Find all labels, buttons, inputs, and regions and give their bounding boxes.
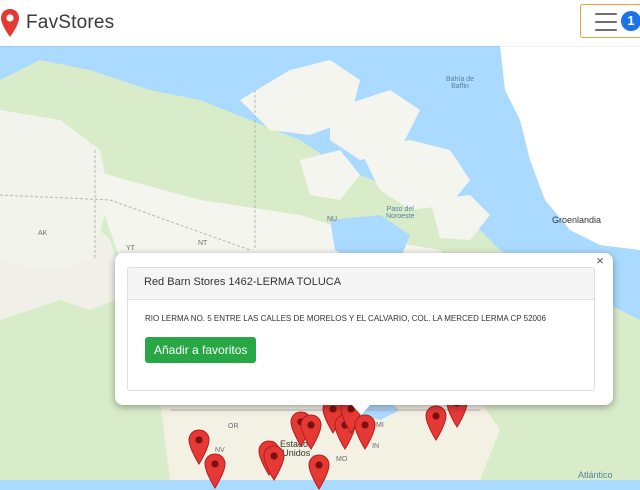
map-label-mi: MI — [376, 422, 384, 429]
store-address: RIO LERMA NO. 5 ENTRE LAS CALLES DE MORE… — [145, 314, 546, 323]
menu-toggle-button[interactable]: 1 — [580, 4, 640, 38]
store-marker[interactable] — [300, 414, 322, 450]
store-marker[interactable] — [204, 453, 226, 489]
close-icon[interactable]: × — [593, 254, 607, 268]
store-marker[interactable] — [308, 454, 330, 490]
store-info-window: × Red Barn Stores 1462-LERMA TOLUCA RIO … — [115, 253, 613, 405]
map-pin-icon — [1, 9, 19, 37]
map-label-atlantico: Atlántico — [578, 470, 613, 480]
map-label-nt: NT — [198, 240, 208, 247]
hamburger-icon — [595, 13, 617, 37]
add-to-favorites-button[interactable]: Añadir a favoritos — [145, 337, 257, 363]
map-label-or: OR — [228, 423, 239, 430]
map-label-ak: AK — [38, 230, 48, 237]
store-name: Red Barn Stores 1462-LERMA TOLUCA — [128, 268, 594, 300]
store-marker[interactable] — [425, 405, 447, 441]
store-card: Red Barn Stores 1462-LERMA TOLUCA RIO LE… — [127, 267, 595, 391]
top-navbar: FavStores 1 — [0, 0, 640, 46]
map-label-groenlandia: Groenlandia — [552, 215, 602, 225]
store-card-body: RIO LERMA NO. 5 ENTRE LAS CALLES DE MORE… — [128, 300, 594, 363]
brand[interactable]: FavStores — [0, 8, 114, 38]
store-marker[interactable] — [263, 445, 285, 481]
map-label-paso: Paso del Noroeste — [386, 206, 415, 220]
info-window-pointer — [352, 405, 370, 415]
map-label-nu: NU — [327, 216, 338, 223]
favorites-count-badge: 1 — [621, 11, 640, 31]
app-title: FavStores — [26, 12, 115, 33]
map-label-mo: MO — [336, 456, 348, 463]
map-label-yt: YT — [126, 245, 135, 252]
map-label-baffin: Bahía de Baffin — [446, 76, 475, 90]
store-marker[interactable] — [354, 414, 376, 450]
